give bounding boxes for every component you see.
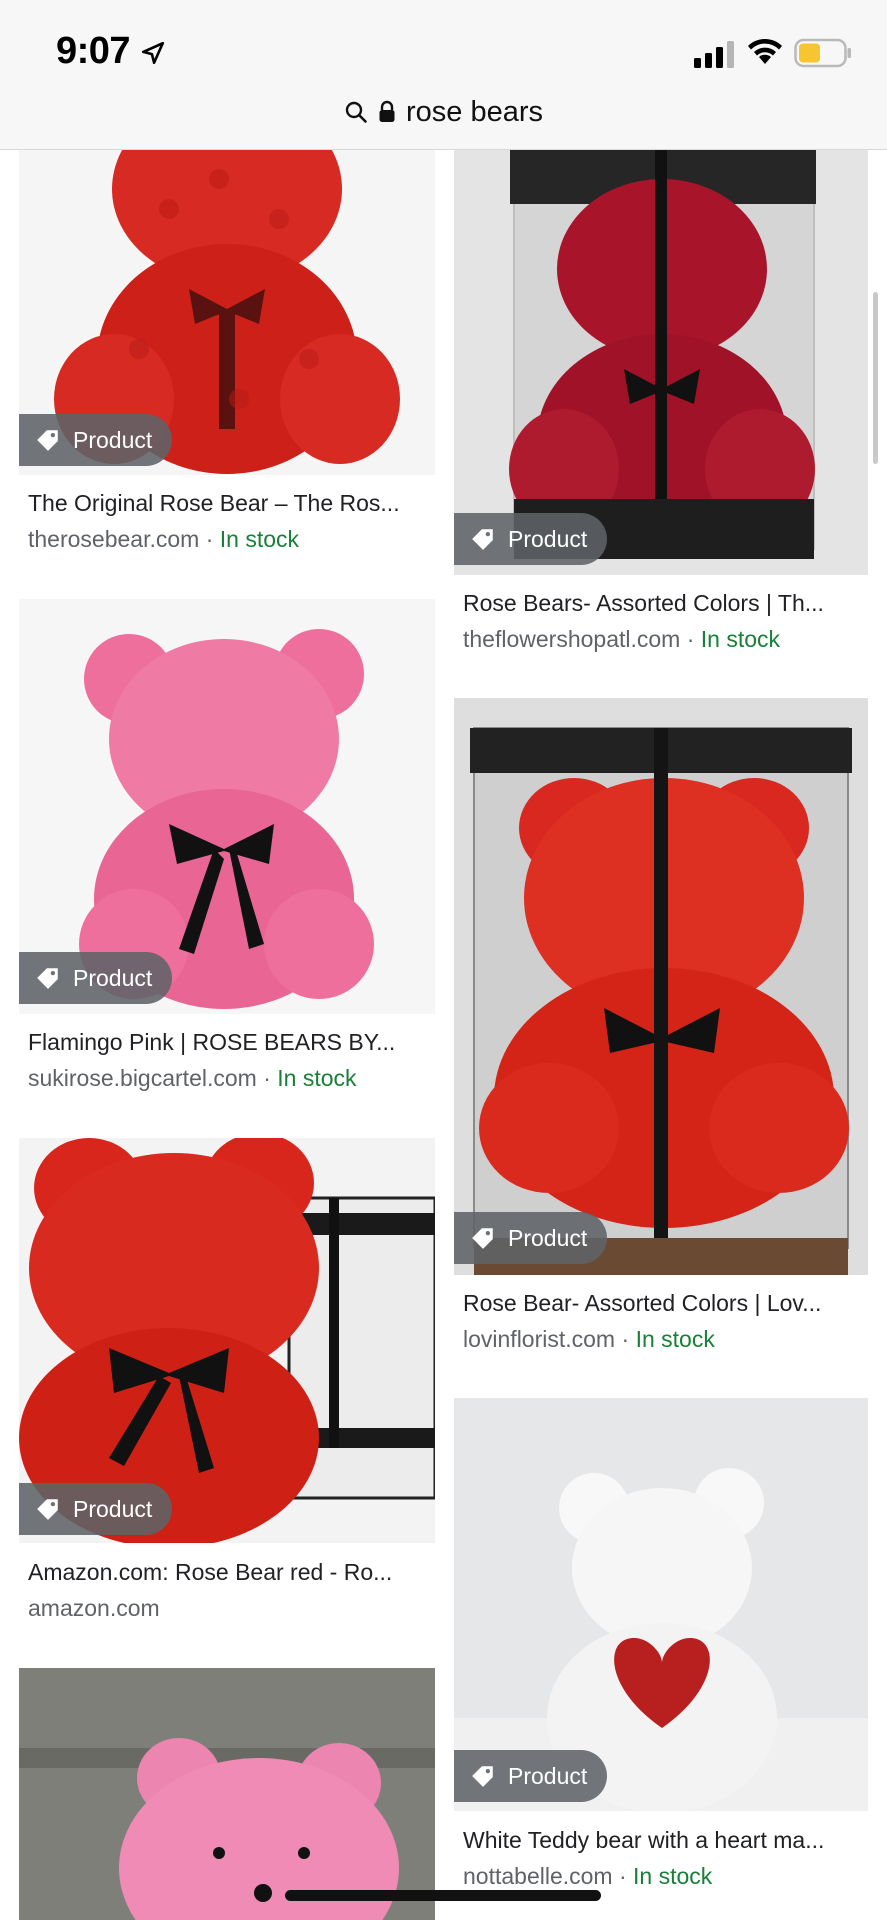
result-source[interactable]: theflowershopatl.com · In stock	[463, 626, 780, 653]
result-card[interactable]: Product The Original Rose Bear – The Ros…	[19, 149, 435, 552]
result-title[interactable]: White Teddy bear with a heart ma...	[463, 1827, 824, 1854]
separator: ·	[256, 1065, 278, 1091]
product-badge-label: Product	[73, 426, 153, 453]
result-card[interactable]: Product White Teddy bear with a heart ma…	[454, 1398, 868, 1898]
location-arrow-icon	[141, 41, 165, 65]
stock-status: In stock	[633, 1863, 713, 1889]
tag-icon	[472, 1766, 493, 1787]
result-thumbnail[interactable]: Product	[19, 149, 435, 475]
result-title[interactable]: The Original Rose Bear – The Ros...	[28, 490, 400, 517]
product-badge: Product	[454, 513, 608, 565]
cellular-signal-icon	[694, 41, 734, 68]
browser-top-bar: 9:07 rose bears	[0, 0, 887, 150]
result-thumbnail[interactable]	[19, 1668, 435, 1920]
result-title[interactable]: Rose Bears- Assorted Colors | Th...	[463, 590, 824, 617]
tag-icon	[472, 529, 493, 550]
result-source[interactable]: therosebear.com · In stock	[28, 526, 299, 553]
result-source[interactable]: amazon.com	[28, 1595, 160, 1622]
separator: ·	[612, 1863, 634, 1889]
result-card[interactable]: Product Flamingo Pink | ROSE BEARS BY...…	[19, 599, 435, 1099]
result-title[interactable]: Flamingo Pink | ROSE BEARS BY...	[28, 1029, 395, 1056]
result-source[interactable]: lovinflorist.com · In stock	[463, 1326, 715, 1353]
separator: ·	[680, 626, 701, 652]
lock-icon	[379, 100, 395, 122]
image-results-grid: Product The Original Rose Bear – The Ros…	[0, 0, 887, 1920]
result-card[interactable]: Product Rose Bears- Assorted Colors | Th…	[454, 149, 868, 669]
home-indicator[interactable]	[285, 1890, 601, 1901]
result-source[interactable]: sukirose.bigcartel.com · In stock	[28, 1065, 357, 1092]
separator: ·	[199, 526, 220, 552]
product-badge: Product	[454, 1212, 608, 1264]
product-badge-label: Product	[73, 964, 153, 991]
scroll-indicator[interactable]	[873, 292, 878, 464]
status-time: 9:07	[56, 30, 131, 72]
tag-icon	[37, 1499, 58, 1520]
result-thumbnail[interactable]: Product	[19, 1138, 435, 1543]
battery-icon	[794, 38, 851, 68]
tag-icon	[37, 968, 58, 989]
source-domain: theflowershopatl.com	[463, 626, 681, 652]
result-thumbnail[interactable]: Product	[454, 149, 868, 575]
tag-icon	[37, 430, 58, 451]
address-bar[interactable]: rose bears	[0, 88, 887, 136]
product-badge-label: Product	[508, 525, 588, 552]
product-badge: Product	[454, 1750, 608, 1802]
result-title[interactable]: Rose Bear- Assorted Colors | Lov...	[463, 1290, 821, 1317]
source-domain: amazon.com	[28, 1595, 160, 1621]
tag-icon	[472, 1228, 493, 1249]
result-card[interactable]: Product Amazon.com: Rose Bear red - Ro..…	[19, 1138, 435, 1638]
separator: ·	[615, 1326, 636, 1352]
source-domain: lovinflorist.com	[463, 1326, 616, 1352]
result-source[interactable]: nottabelle.com · In stock	[463, 1863, 712, 1890]
result-card[interactable]	[19, 1668, 435, 1920]
result-thumbnail[interactable]: Product	[19, 599, 435, 1014]
product-badge-label: Product	[73, 1495, 153, 1522]
result-thumbnail[interactable]: Product	[454, 1398, 868, 1811]
search-icon	[345, 101, 367, 123]
source-domain: nottabelle.com	[463, 1863, 613, 1889]
product-badge: Product	[19, 414, 173, 466]
stock-status: In stock	[219, 526, 300, 552]
product-badge: Product	[19, 952, 173, 1004]
wifi-icon	[748, 38, 782, 64]
product-badge-label: Product	[508, 1224, 588, 1251]
result-title[interactable]: Amazon.com: Rose Bear red - Ro...	[28, 1559, 392, 1586]
stock-status: In stock	[635, 1326, 715, 1352]
product-badge: Product	[19, 1483, 173, 1535]
source-domain: therosebear.com	[28, 526, 200, 552]
address-bar-query[interactable]: rose bears	[406, 96, 543, 129]
stock-status: In stock	[700, 626, 781, 652]
product-badge-label: Product	[508, 1762, 588, 1789]
stock-status: In stock	[277, 1065, 357, 1091]
source-domain: sukirose.bigcartel.com	[28, 1065, 257, 1091]
result-card[interactable]: Product Rose Bear- Assorted Colors | Lov…	[454, 698, 868, 1358]
result-thumbnail[interactable]: Product	[454, 698, 868, 1275]
